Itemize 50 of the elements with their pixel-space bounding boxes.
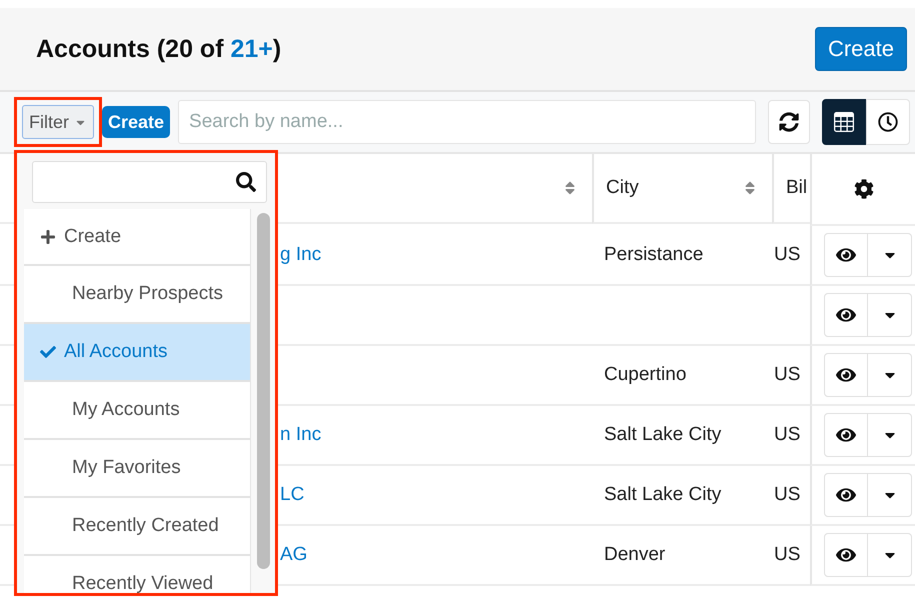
preview-button[interactable] bbox=[824, 533, 868, 577]
filter-item[interactable]: All Accounts bbox=[24, 324, 250, 382]
settings-icon[interactable] bbox=[854, 179, 874, 199]
preview-button[interactable] bbox=[824, 293, 868, 337]
item-label: Recently Created bbox=[72, 515, 219, 537]
column-header[interactable]: Bil bbox=[772, 154, 810, 224]
list-view-button[interactable] bbox=[822, 99, 866, 145]
check-icon bbox=[40, 344, 56, 360]
item-label: My Favorites bbox=[72, 457, 181, 479]
city-cell: Cupertino bbox=[604, 364, 686, 386]
account-link[interactable]: g Inc bbox=[280, 244, 322, 266]
clock-icon bbox=[878, 112, 898, 132]
plus-icon bbox=[40, 228, 56, 244]
account-link[interactable]: n Inc bbox=[280, 424, 322, 446]
count-link[interactable]: 21+ bbox=[230, 34, 273, 62]
refresh-icon bbox=[779, 112, 799, 132]
item-label: My Accounts bbox=[72, 399, 180, 421]
column-label: Bil bbox=[786, 177, 808, 199]
city-cell: Denver bbox=[604, 544, 666, 566]
column-header[interactable]: City bbox=[592, 154, 772, 224]
city-cell: Salt Lake City bbox=[604, 424, 722, 446]
column-label: City bbox=[606, 177, 639, 199]
billing-cell: US bbox=[774, 484, 800, 506]
city-cell: Persistance bbox=[604, 244, 704, 266]
item-label: Recently Viewed bbox=[72, 573, 214, 593]
item-label: Create bbox=[64, 226, 122, 248]
search-icon bbox=[236, 172, 256, 192]
billing-cell: US bbox=[774, 424, 800, 446]
preview-button[interactable] bbox=[824, 473, 868, 517]
create-filter-button[interactable]: Create bbox=[102, 106, 170, 138]
billing-cell: US bbox=[774, 244, 800, 266]
refresh-button[interactable] bbox=[768, 100, 810, 144]
preview-button[interactable] bbox=[824, 353, 868, 397]
search-field[interactable]: Search by name... bbox=[178, 100, 756, 144]
item-label: Nearby Prospects bbox=[72, 283, 224, 305]
create-button[interactable]: Create bbox=[814, 27, 907, 71]
filter-button[interactable]: Filter bbox=[22, 105, 94, 139]
timeline-view-button[interactable] bbox=[866, 99, 910, 145]
account-link[interactable]: AG bbox=[280, 544, 308, 566]
table-icon bbox=[834, 112, 854, 132]
account-link[interactable]: LC bbox=[280, 484, 304, 506]
city-cell: Salt Lake City bbox=[604, 484, 722, 506]
filter-search-field[interactable] bbox=[32, 161, 267, 203]
preview-button[interactable] bbox=[824, 233, 868, 277]
page-title: Accounts (20 of 21+) bbox=[36, 34, 282, 64]
item-label: All Accounts bbox=[64, 341, 168, 363]
billing-cell: US bbox=[774, 364, 800, 386]
preview-button[interactable] bbox=[824, 413, 868, 457]
billing-cell: US bbox=[774, 544, 800, 566]
scrollbar[interactable] bbox=[257, 213, 270, 569]
